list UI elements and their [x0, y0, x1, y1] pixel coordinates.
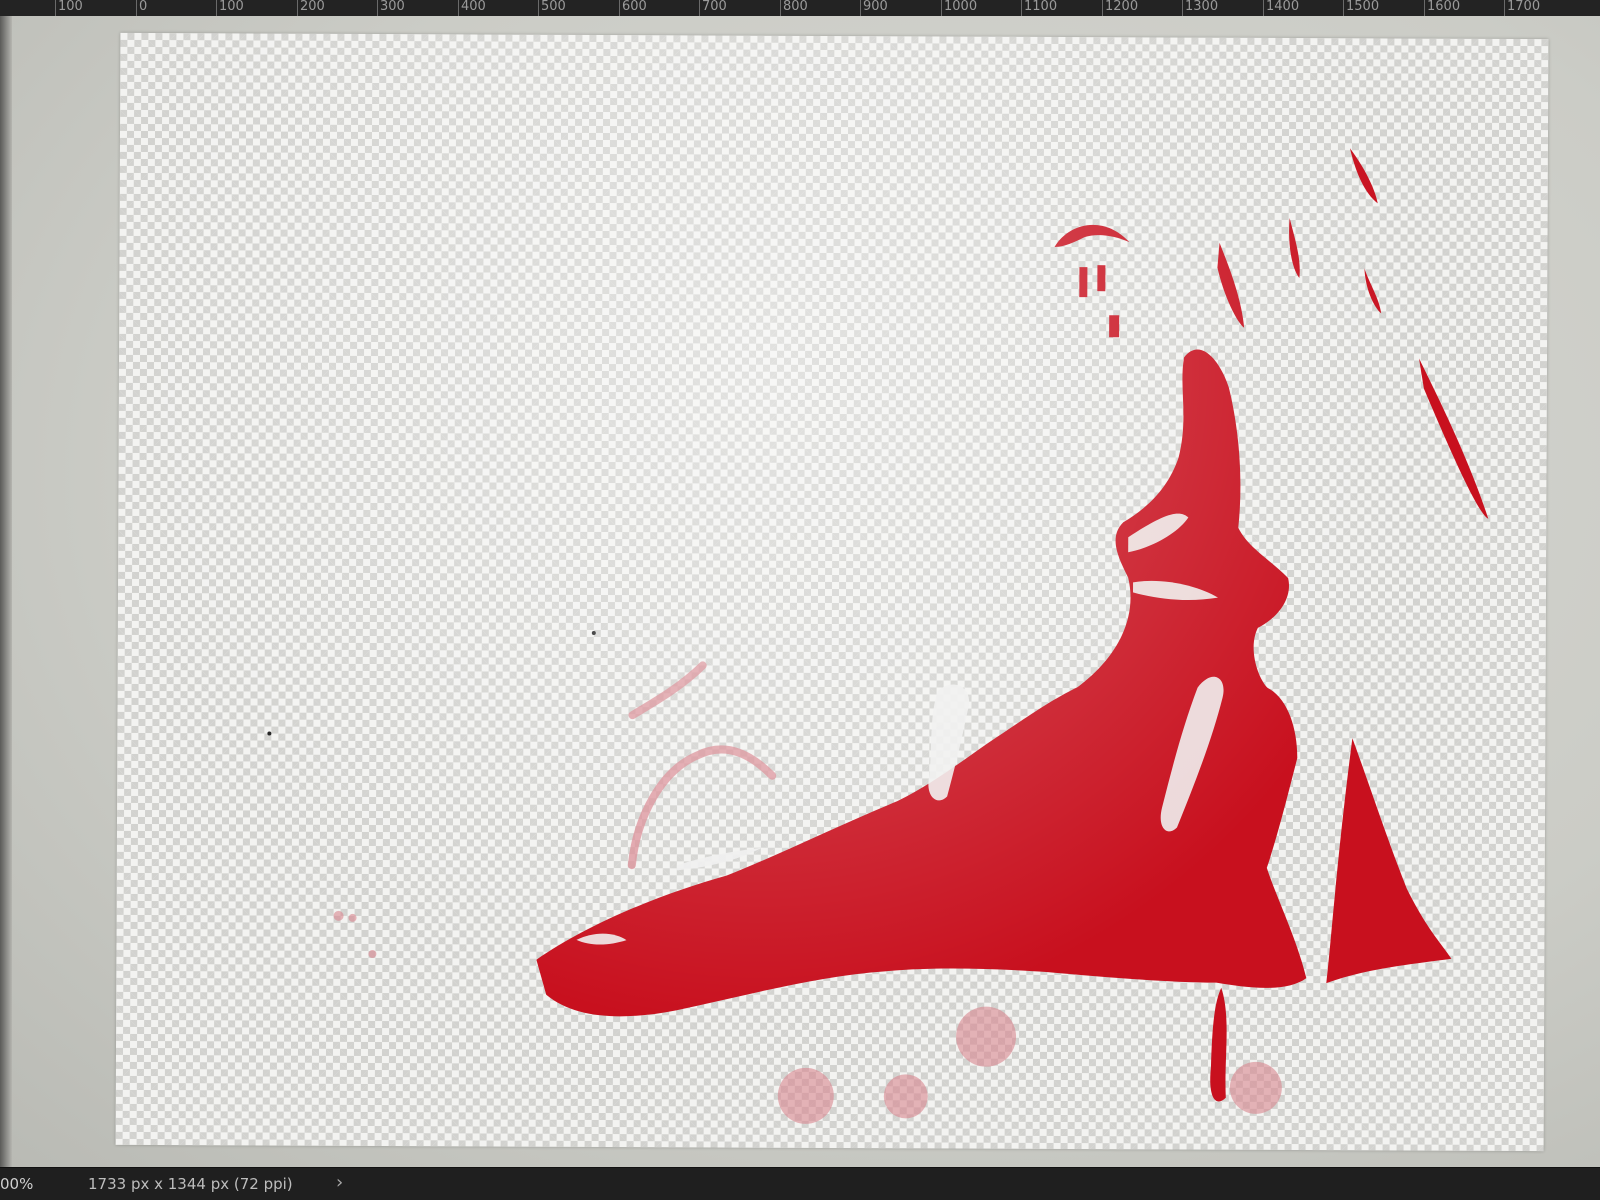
ruler-label: 100: [58, 0, 83, 14]
faded-dot-3: [368, 949, 377, 958]
paint-streak-5: [1364, 268, 1382, 314]
ruler-tick: [216, 0, 217, 16]
ruler-tick: [860, 0, 861, 16]
workspace-left-edge: [0, 16, 12, 1167]
ruler-tick: [780, 0, 781, 16]
ruler-label: 1400: [1266, 0, 1300, 14]
paint-streak-2: [1349, 148, 1378, 204]
ruler-tick: [699, 0, 700, 16]
ruler-label: 900: [863, 0, 888, 14]
ruler-label: 0: [139, 0, 148, 14]
paint-drip-1: [1210, 987, 1227, 1102]
ruler-label: 500: [541, 0, 566, 14]
faded-dot-2: [348, 913, 357, 922]
paint-stroke-main: [536, 349, 1307, 1017]
ruler-tick: [619, 0, 620, 16]
faded-dot-1: [333, 910, 344, 921]
status-bar: 00% 1733 px x 1344 px (72 ppi) ›: [0, 1167, 1600, 1200]
document-dimensions: 1733 px x 1344 px (72 ppi): [88, 1175, 293, 1193]
ruler-tick: [1263, 0, 1264, 16]
ruler-tick: [55, 0, 56, 16]
stray-pixel-1: [591, 630, 596, 635]
chevron-right-icon[interactable]: ›: [336, 1172, 343, 1193]
faded-blob-3: [956, 1006, 1017, 1067]
faded-stroke-1: [628, 661, 707, 720]
ruler-tick: [1182, 0, 1183, 16]
ruler-tick: [1102, 0, 1103, 16]
ruler-label: 100: [219, 0, 244, 14]
paint-streak-3: [1419, 358, 1489, 519]
faded-blob-4: [1229, 1061, 1282, 1114]
ruler-label: 1700: [1507, 0, 1541, 14]
faded-stroke-2: [627, 745, 777, 870]
ruler-label: 1000: [944, 0, 978, 14]
paint-fragment-arc: [1054, 224, 1130, 247]
ruler-label: 800: [783, 0, 808, 14]
paint-fragment-3: [1109, 315, 1120, 338]
paint-streak-1: [1217, 242, 1245, 328]
horizontal-ruler[interactable]: 100 0 100 200 300 400 500 600 700 800 900 1000 1100 1…: [0, 0, 1600, 17]
red-paint-artwork: [267, 148, 1489, 1124]
ruler-tick: [136, 0, 137, 16]
ruler-label: 1600: [1427, 0, 1461, 14]
ruler-tick: [1504, 0, 1505, 16]
paint-fragment-1: [1079, 267, 1088, 298]
document-canvas[interactable]: [115, 32, 1549, 1152]
ruler-label: 200: [300, 0, 325, 14]
paint-fragment-2: [1097, 265, 1106, 292]
ruler-label: 700: [702, 0, 727, 14]
faded-blob-1: [777, 1067, 834, 1124]
ruler-label: 600: [622, 0, 647, 14]
ruler-label: 300: [380, 0, 405, 14]
zoom-level-readout[interactable]: 00%: [0, 1175, 60, 1193]
ruler-tick: [1343, 0, 1344, 16]
ruler-label: 1100: [1024, 0, 1058, 14]
ruler-tick: [941, 0, 942, 16]
ruler-label: 1300: [1185, 0, 1219, 14]
paint-streak-4: [1289, 217, 1300, 279]
ruler-tick: [1424, 0, 1425, 16]
ruler-tick: [297, 0, 298, 16]
ruler-tick: [538, 0, 539, 16]
stray-pixel-2: [267, 731, 272, 736]
ruler-label: 400: [461, 0, 486, 14]
ruler-label: 1500: [1346, 0, 1380, 14]
paint-stroke-right-shard: [1326, 738, 1452, 984]
ruler-tick: [458, 0, 459, 16]
photoshop-window: 100 0 100 200 300 400 500 600 700 800 900 1000 1100 1…: [0, 0, 1600, 1200]
ruler-tick: [377, 0, 378, 16]
ruler-label: 1200: [1105, 0, 1139, 14]
ruler-tick: [1021, 0, 1022, 16]
faded-blob-2: [883, 1074, 928, 1119]
